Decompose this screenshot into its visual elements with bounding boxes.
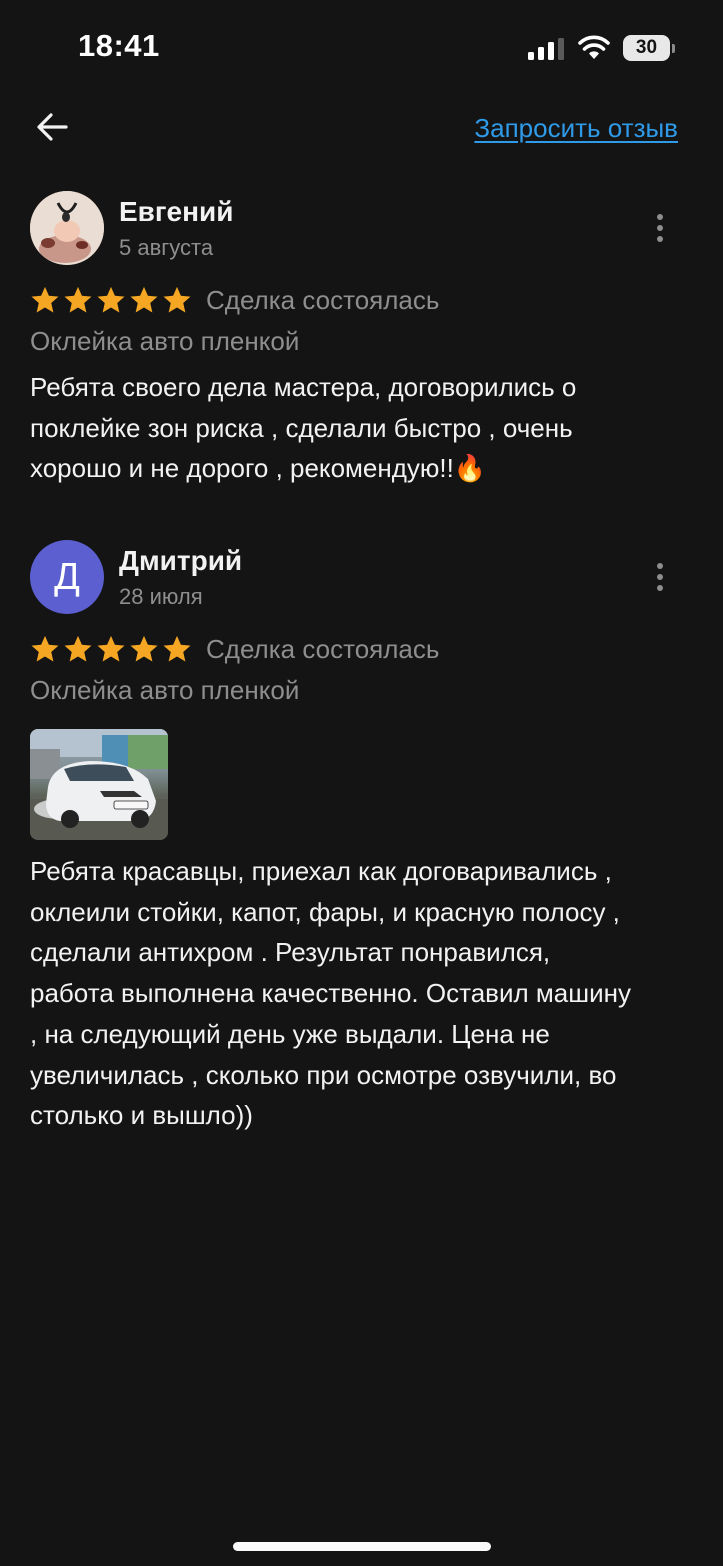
star-icon (64, 635, 92, 662)
review-date: 5 августа (119, 235, 214, 260)
battery-level: 30 (635, 37, 658, 58)
signal-icon (528, 38, 564, 60)
request-review-link[interactable]: Запросить отзыв (474, 113, 678, 144)
review-menu-button[interactable] (648, 560, 672, 600)
avatar[interactable] (30, 191, 104, 265)
service-name: Оклейка авто пленкой (30, 675, 300, 705)
review-text: Ребята своего дела мастера, договорились… (30, 372, 577, 484)
wifi-icon (578, 35, 610, 59)
back-button[interactable] (30, 106, 74, 150)
star-icon (163, 286, 191, 313)
star-icon (97, 635, 125, 662)
avatar[interactable]: Д (30, 540, 104, 614)
rating-stars: Сделка состоялась (30, 283, 439, 317)
more-vertical-icon (657, 214, 663, 220)
author-name[interactable]: Дмитрий (119, 545, 242, 577)
review-text: Ребята красавцы, приехал как договаривал… (30, 856, 631, 1131)
star-icon (130, 286, 158, 313)
home-indicator[interactable] (233, 1542, 491, 1551)
deal-status: Сделка состоялась (206, 633, 440, 664)
star-icon (31, 635, 59, 662)
review-menu-button[interactable] (648, 211, 672, 251)
star-icon (163, 635, 191, 662)
status-time: 18:41 (78, 28, 160, 63)
review-photo[interactable] (30, 729, 168, 840)
more-vertical-icon (657, 563, 663, 569)
avatar-image (30, 191, 104, 265)
deal-status: Сделка состоялась (206, 284, 440, 315)
service-name: Оклейка авто пленкой (30, 326, 300, 356)
star-icon (64, 286, 92, 313)
battery-icon: 30 (623, 35, 675, 61)
rating-stars: Сделка состоялась (30, 632, 439, 666)
status-bar: 18:41 30 (0, 0, 723, 96)
author-name[interactable]: Евгений (119, 196, 233, 228)
review-date: 28 июля (119, 584, 203, 609)
car-photo-image (30, 729, 168, 840)
star-icon (97, 286, 125, 313)
star-icon (31, 286, 59, 313)
star-icon (130, 635, 158, 662)
arrow-left-icon (37, 113, 68, 141)
